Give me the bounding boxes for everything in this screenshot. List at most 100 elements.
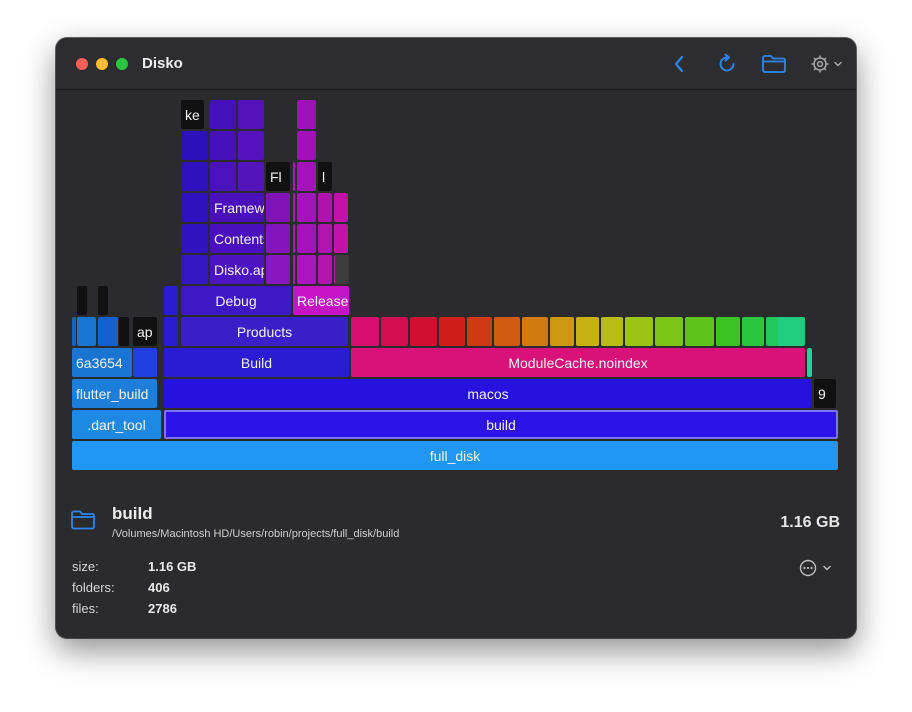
more-actions-button[interactable] <box>799 559 832 577</box>
block-r9-c[interactable] <box>266 193 290 222</box>
block-label: full_disk <box>429 447 481 464</box>
block-cache-3[interactable] <box>439 317 465 346</box>
block-label: ap <box>137 323 153 340</box>
block-r9-a[interactable] <box>181 193 208 222</box>
block-l[interactable]: l <box>318 162 332 191</box>
block-build-selected[interactable]: build <box>164 410 838 439</box>
block-r7-a[interactable] <box>181 255 208 284</box>
block-macos[interactable]: macos <box>164 379 812 408</box>
block-green-sliver[interactable] <box>807 348 812 377</box>
block-r10-f[interactable] <box>297 162 316 191</box>
block-r7-c[interactable] <box>266 255 290 284</box>
block-full-disk[interactable]: full_disk <box>72 441 838 470</box>
block-r8-e[interactable] <box>297 224 316 253</box>
block-nine[interactable]: 9 <box>814 379 836 408</box>
block-module-cache[interactable]: ModuleCache.noindex <box>351 348 805 377</box>
block-r12-c[interactable] <box>238 100 264 129</box>
zoom-button[interactable] <box>116 58 128 70</box>
block-cache-2[interactable] <box>410 317 437 346</box>
block-r9-d[interactable] <box>293 193 295 222</box>
block-r9-f[interactable] <box>318 193 332 222</box>
block-r6-a[interactable] <box>77 286 87 315</box>
block-cache-0[interactable] <box>351 317 379 346</box>
block-contents[interactable]: Contents <box>210 224 264 253</box>
block-fl[interactable]: Fl <box>266 162 290 191</box>
block-cache-6[interactable] <box>522 317 548 346</box>
block-r7-f[interactable] <box>318 255 332 284</box>
open-folder-button[interactable] <box>760 52 788 76</box>
block-label: Contents <box>214 230 264 247</box>
close-button[interactable] <box>76 58 88 70</box>
info-panel: build /Volumes/Macintosh HD/Users/robin/… <box>56 485 856 638</box>
block-ke[interactable]: ke <box>181 100 204 129</box>
block-label: Fl <box>270 168 282 185</box>
block-debug[interactable]: Debug <box>181 286 291 315</box>
folder-icon <box>71 510 95 530</box>
block-r7-e[interactable] <box>297 255 316 284</box>
block-cache-14[interactable] <box>742 317 764 346</box>
block-label: macos <box>467 385 509 402</box>
block-cache-12[interactable] <box>685 317 714 346</box>
block-cache-1[interactable] <box>381 317 408 346</box>
block-frameworks[interactable]: Frameworks <box>210 193 264 222</box>
block-cache-5[interactable] <box>494 317 520 346</box>
block-r8-c[interactable] <box>266 224 290 253</box>
block-r5-d[interactable] <box>119 317 129 346</box>
block-cache-9[interactable] <box>601 317 623 346</box>
block-r10-b[interactable] <box>210 162 236 191</box>
block-r8-a[interactable] <box>181 224 208 253</box>
block-r5-b[interactable] <box>77 317 96 346</box>
block-label: 6a3654 <box>76 354 123 371</box>
files-value: 2786 <box>148 601 177 616</box>
block-r6-b[interactable] <box>98 286 108 315</box>
block-cache-16[interactable] <box>778 317 805 346</box>
block-r10-c[interactable] <box>238 162 264 191</box>
block-cache-11[interactable] <box>655 317 683 346</box>
block-r11-d[interactable] <box>297 131 316 160</box>
block-hash[interactable]: 6a3654 <box>72 348 132 377</box>
block-cache-8[interactable] <box>576 317 599 346</box>
block-cache-4[interactable] <box>467 317 492 346</box>
minimize-button[interactable] <box>96 58 108 70</box>
app-window: Disko full_disk .dart_tool build flutter… <box>56 38 856 638</box>
settings-menu-button[interactable] <box>806 52 846 76</box>
block-label: Frameworks <box>214 199 264 216</box>
block-dart-tool[interactable]: .dart_tool <box>72 410 161 439</box>
block-r5-f[interactable] <box>164 317 178 346</box>
block-gray[interactable] <box>335 255 349 284</box>
block-ap[interactable]: ap <box>133 317 157 346</box>
title-bar: Disko <box>56 38 856 90</box>
block-r12-d[interactable] <box>297 100 316 129</box>
block-cache-10[interactable] <box>625 317 653 346</box>
block-release[interactable]: Release <box>293 286 349 315</box>
block-r10-e[interactable] <box>293 162 295 191</box>
block-cache-13[interactable] <box>716 317 740 346</box>
block-r6-c[interactable] <box>164 286 178 315</box>
selected-item-name: build <box>112 504 153 523</box>
block-cache-7[interactable] <box>550 317 574 346</box>
block-r10-a[interactable] <box>181 162 208 191</box>
refresh-button[interactable] <box>714 52 740 76</box>
selected-item-path: /Volumes/Macintosh HD/Users/robin/projec… <box>112 528 400 540</box>
block-r5-c[interactable] <box>98 317 118 346</box>
block-products[interactable]: Products <box>181 317 348 346</box>
folders-label: folders: <box>72 580 115 595</box>
block-r12-b[interactable] <box>210 100 236 129</box>
block-r9-e[interactable] <box>297 193 316 222</box>
block-label: l <box>322 168 326 185</box>
block-r5-a[interactable] <box>72 317 76 346</box>
block-r8-f[interactable] <box>318 224 332 253</box>
block-r8-d[interactable] <box>293 224 295 253</box>
block-r8-g[interactable] <box>334 224 348 253</box>
window-title: Disko <box>142 55 183 72</box>
block-small-blue[interactable] <box>133 348 157 377</box>
back-button[interactable] <box>668 52 690 76</box>
block-r7-d[interactable] <box>293 255 295 284</box>
block-flutter-build[interactable]: flutter_build <box>72 379 157 408</box>
block-r9-g[interactable] <box>334 193 348 222</box>
block-r11-b[interactable] <box>210 131 236 160</box>
block-build-products[interactable]: Build <box>164 348 349 377</box>
block-r11-a[interactable] <box>181 131 208 160</box>
block-disko-app[interactable]: Disko.app <box>210 255 264 284</box>
block-r11-c[interactable] <box>238 131 264 160</box>
